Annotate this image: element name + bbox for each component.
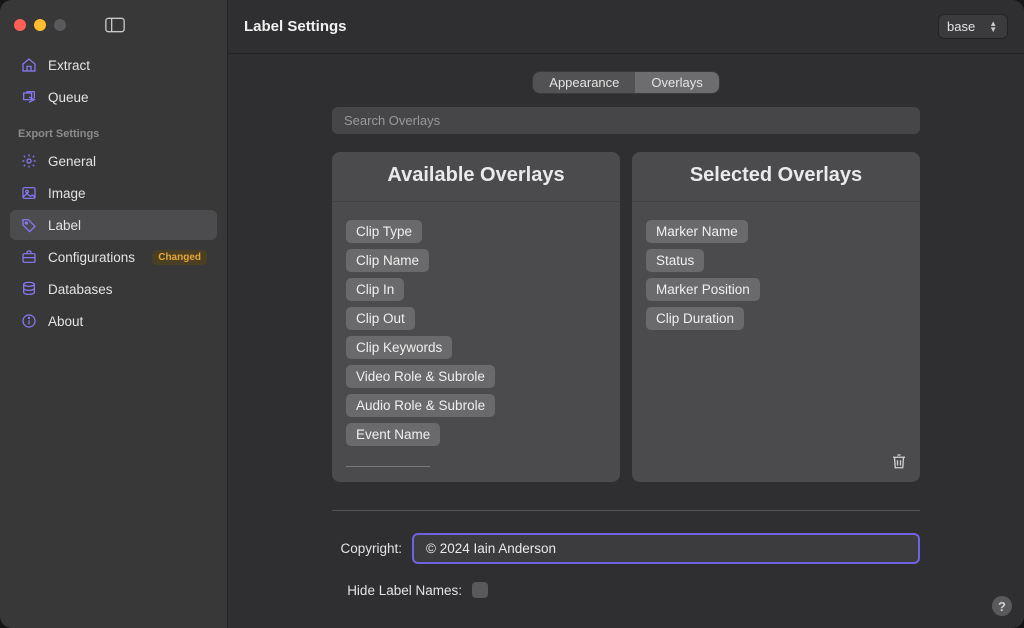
zoom-window-button[interactable]	[54, 19, 66, 31]
overlay-tag[interactable]: Clip Out	[346, 307, 415, 330]
sidebar-item-label-text: Label	[48, 218, 207, 233]
overlay-tag[interactable]: Audio Role & Subrole	[346, 394, 495, 417]
list-scroll-indicator	[346, 466, 430, 467]
preset-select[interactable]: base ▲▼	[938, 14, 1008, 39]
overlay-tag[interactable]: Video Role & Subrole	[346, 365, 495, 388]
available-overlays-title: Available Overlays	[332, 152, 620, 202]
database-icon	[20, 280, 38, 298]
hide-names-checkbox[interactable]	[472, 582, 488, 598]
selected-overlays-list: Marker Name Status Marker Position Clip …	[632, 202, 920, 344]
sidebar-item-databases[interactable]: Databases	[10, 274, 217, 304]
close-window-button[interactable]	[14, 19, 26, 31]
search-field[interactable]	[332, 107, 920, 134]
tab-bar: Appearance Overlays	[533, 72, 718, 93]
sidebar-item-about[interactable]: About	[10, 306, 217, 336]
hide-names-label: Hide Label Names:	[332, 583, 462, 598]
trash-icon[interactable]	[890, 452, 908, 472]
sidebar-item-queue[interactable]: Queue	[10, 82, 217, 112]
sidebar-item-image[interactable]: Image	[10, 178, 217, 208]
overlay-tag[interactable]: Clip In	[346, 278, 404, 301]
page-title: Label Settings	[244, 18, 347, 35]
sidebar-item-label: Databases	[48, 282, 207, 297]
overlay-tag[interactable]: Marker Name	[646, 220, 748, 243]
header-bar: Label Settings base ▲▼	[228, 0, 1024, 54]
window-controls	[0, 10, 227, 44]
copyright-row: Copyright:	[332, 533, 920, 564]
content-area: Appearance Overlays Available Overlays C…	[228, 54, 1024, 628]
sidebar-item-label: Extract	[48, 58, 207, 73]
sidebar-item-label: Queue	[48, 90, 207, 105]
overlay-tag[interactable]: Clip Type	[346, 220, 422, 243]
app-window: Extract Queue Export Settings General I	[0, 0, 1024, 628]
chevron-up-down-icon: ▲▼	[989, 21, 997, 33]
sidebar-item-configurations[interactable]: Configurations Changed	[10, 242, 217, 272]
toggle-sidebar-icon[interactable]	[102, 16, 128, 34]
sidebar-nav-top: Extract Queue Export Settings General I	[0, 44, 227, 336]
selected-overlays-panel: Selected Overlays Marker Name Status Mar…	[632, 152, 920, 482]
available-overlays-list: Clip Type Clip Name Clip In Clip Out Cli…	[332, 202, 620, 460]
copyright-input[interactable]	[424, 540, 908, 557]
sidebar-section-header: Export Settings	[10, 114, 217, 144]
overlay-tag[interactable]: Clip Duration	[646, 307, 744, 330]
sidebar-item-label[interactable]: Label	[10, 210, 217, 240]
selected-overlays-title: Selected Overlays	[632, 152, 920, 202]
overlay-tag[interactable]: Event Name	[346, 423, 440, 446]
overlay-tag[interactable]: Status	[646, 249, 704, 272]
copyright-label: Copyright:	[332, 541, 402, 556]
help-button[interactable]: ?	[992, 596, 1012, 616]
changed-badge: Changed	[152, 250, 207, 265]
sidebar-item-extract[interactable]: Extract	[10, 50, 217, 80]
main-area: Label Settings base ▲▼ Appearance Overla…	[228, 0, 1024, 628]
hide-names-row: Hide Label Names:	[332, 582, 920, 598]
sidebar-item-label: Image	[48, 186, 207, 201]
home-icon	[20, 56, 38, 74]
section-divider	[332, 510, 920, 511]
copyright-field[interactable]	[412, 533, 920, 564]
info-icon	[20, 312, 38, 330]
available-overlays-panel: Available Overlays Clip Type Clip Name C…	[332, 152, 620, 482]
queue-icon	[20, 88, 38, 106]
tab-overlays[interactable]: Overlays	[635, 72, 718, 93]
sidebar-item-label: Configurations	[48, 250, 142, 265]
overlay-tag[interactable]: Clip Name	[346, 249, 429, 272]
overlay-panels: Available Overlays Clip Type Clip Name C…	[332, 152, 920, 482]
briefcase-icon	[20, 248, 38, 266]
gear-icon	[20, 152, 38, 170]
tag-icon	[20, 216, 38, 234]
tab-appearance[interactable]: Appearance	[533, 72, 635, 93]
minimize-window-button[interactable]	[34, 19, 46, 31]
image-icon	[20, 184, 38, 202]
sidebar: Extract Queue Export Settings General I	[0, 0, 228, 628]
sidebar-item-label: About	[48, 314, 207, 329]
preset-value: base	[947, 19, 975, 34]
overlay-tag[interactable]: Clip Keywords	[346, 336, 452, 359]
overlay-tag[interactable]: Marker Position	[646, 278, 760, 301]
sidebar-item-general[interactable]: General	[10, 146, 217, 176]
help-icon: ?	[998, 599, 1006, 614]
sidebar-item-label: General	[48, 154, 207, 169]
search-input[interactable]	[342, 112, 910, 129]
